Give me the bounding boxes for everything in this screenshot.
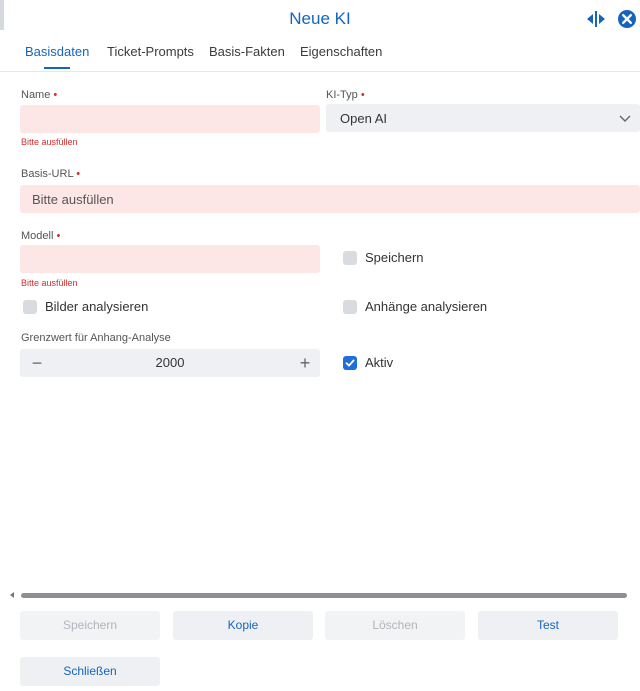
tab-basis-fakten[interactable]: Basis-Fakten — [209, 44, 285, 59]
close-circle-icon[interactable] — [617, 9, 637, 29]
grenzwert-label: Grenzwert für Anhang-Analyse — [21, 332, 171, 344]
test-button[interactable]: Test — [478, 611, 618, 640]
close-button[interactable]: Schließen — [20, 657, 160, 686]
decrement-button[interactable]: − — [28, 351, 46, 375]
ki-typ-select[interactable]: Open AI — [326, 104, 640, 132]
copy-button[interactable]: Kopie — [173, 611, 313, 640]
grenzwert-stepper[interactable]: − 2000 + — [20, 349, 320, 377]
modell-label-text: Modell — [21, 230, 54, 242]
scrollbar-thumb[interactable] — [21, 593, 627, 598]
ki-typ-label: KI-Typ • — [326, 89, 365, 101]
name-error: Bitte ausfüllen — [21, 137, 78, 147]
required-marker: • — [76, 168, 81, 180]
bilder-analysieren-label: Bilder analysieren — [45, 299, 149, 314]
required-marker: • — [360, 89, 365, 101]
save-button[interactable]: Speichern — [20, 611, 160, 640]
modell-label: Modell • — [21, 230, 60, 242]
checkbox-box[interactable] — [23, 300, 37, 314]
delete-button[interactable]: Löschen — [325, 611, 465, 640]
checkbox-box-checked[interactable] — [343, 356, 357, 370]
modell-field[interactable] — [20, 245, 320, 273]
modell-error: Bitte ausfüllen — [21, 278, 78, 288]
grenzwert-value[interactable]: 2000 — [60, 355, 280, 370]
scroll-left-arrow-icon[interactable] — [10, 592, 14, 598]
active-tab-indicator — [44, 67, 70, 69]
name-label-text: Name — [21, 89, 51, 101]
dialog-header: Neue KI — [0, 0, 640, 38]
increment-button[interactable]: + — [296, 351, 314, 375]
dialog-title: Neue KI — [289, 9, 351, 28]
checkbox-box[interactable] — [343, 300, 357, 314]
checkmark-icon — [345, 359, 355, 367]
basis-url-label: Basis-URL • — [21, 168, 80, 180]
required-marker: • — [53, 89, 58, 101]
basis-url-field[interactable] — [20, 185, 640, 213]
speichern-checkbox-label: Speichern — [365, 250, 424, 265]
anhaenge-analysieren-label: Anhänge analysieren — [365, 299, 488, 314]
tab-basisdaten[interactable]: Basisdaten — [25, 44, 89, 59]
ki-typ-selected-value: Open AI — [340, 111, 387, 126]
name-label: Name • — [21, 89, 57, 101]
basis-url-label-text: Basis-URL — [21, 168, 74, 180]
chevron-down-icon — [619, 115, 631, 122]
aktiv-label: Aktiv — [365, 355, 394, 370]
tab-ticket-prompts[interactable]: Ticket-Prompts — [107, 44, 194, 59]
ki-typ-label-text: KI-Typ — [326, 89, 358, 101]
tab-bar: Basisdaten Ticket-Prompts Basis-Fakten E… — [0, 38, 640, 72]
checkbox-box[interactable] — [343, 251, 357, 265]
required-marker: • — [56, 230, 61, 242]
tab-eigenschaften[interactable]: Eigenschaften — [300, 44, 382, 59]
name-field[interactable] — [20, 105, 320, 133]
horizontal-scrollbar[interactable] — [8, 590, 632, 602]
split-arrows-icon[interactable] — [586, 11, 606, 27]
